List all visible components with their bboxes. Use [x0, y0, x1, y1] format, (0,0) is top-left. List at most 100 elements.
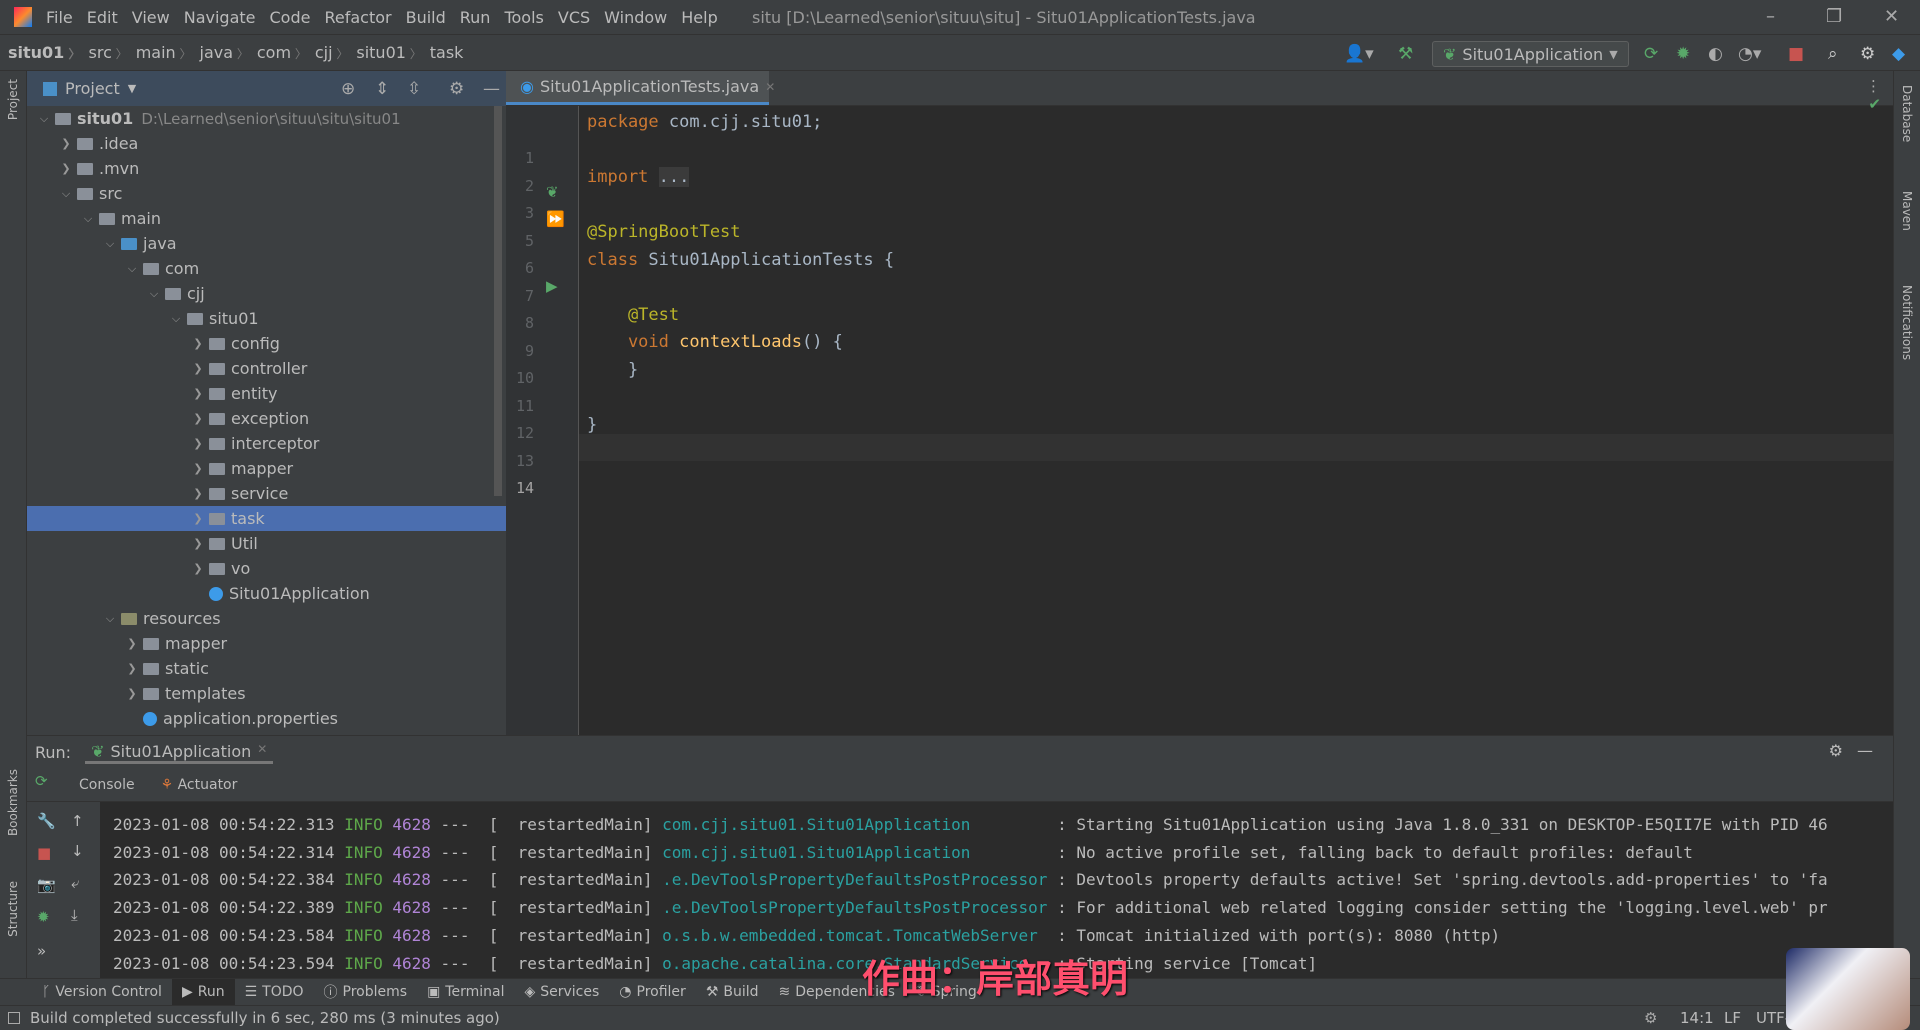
restore-button[interactable]: ❐ — [1826, 6, 1842, 27]
settings-sync-icon[interactable]: ⚙ — [1644, 1009, 1657, 1027]
arrow-down-icon[interactable]: ↓ — [71, 842, 84, 860]
close-button[interactable]: ✕ — [1884, 6, 1899, 27]
tree-item[interactable]: ⌵ src — [27, 181, 506, 206]
debug-icon[interactable]: ✹ — [37, 908, 50, 926]
wrench-icon[interactable]: 🔧 — [37, 812, 56, 830]
structure-tool-button[interactable]: Structure — [6, 881, 20, 937]
menu-window[interactable]: Window — [604, 8, 667, 27]
panel-toggle-icon[interactable] — [8, 1012, 20, 1024]
camera-icon[interactable]: 📷 — [37, 876, 56, 894]
chevron-right-icon[interactable]: ❯ — [59, 162, 73, 175]
chevron-down-icon[interactable]: ⌵ — [125, 262, 139, 276]
chevron-down-icon[interactable]: ⌵ — [147, 287, 161, 301]
tree-item[interactable]: ❯ task — [27, 506, 506, 531]
project-scrollbar[interactable] — [494, 106, 502, 496]
coverage-icon[interactable]: ◐ — [1708, 44, 1723, 64]
code-line[interactable]: void contextLoads() { — [587, 332, 843, 352]
log-line[interactable]: 2023-01-08 00:54:22.314 INFO 4628 --- [ … — [113, 843, 1702, 862]
chevron-right-icon[interactable]: ❯ — [191, 562, 205, 575]
run-test-icon[interactable]: ▶ — [546, 277, 558, 295]
menu-refactor[interactable]: Refactor — [324, 8, 391, 27]
tab-console[interactable]: Console — [79, 777, 135, 793]
tree-item[interactable]: ❯ service — [27, 481, 506, 506]
run-configuration-select[interactable]: ❦ Situ01Application ▼ — [1432, 41, 1629, 67]
code-line[interactable]: } — [587, 415, 597, 435]
gear-icon[interactable]: ⚙ — [449, 79, 464, 99]
chevron-right-icon[interactable]: ❯ — [191, 387, 205, 400]
rerun-icon[interactable]: ⟳ — [1644, 44, 1658, 64]
tree-item[interactable]: ⌵ situ01 — [27, 306, 506, 331]
menu-vcs[interactable]: VCS — [558, 8, 590, 27]
tree-item[interactable]: ❯ .mvn — [27, 156, 506, 181]
notifications-tool-button[interactable]: Notifications — [1900, 285, 1914, 360]
tree-item[interactable]: ❯ vo — [27, 556, 506, 581]
tree-item[interactable]: ❯ mapper — [27, 631, 506, 656]
chevron-down-icon[interactable]: ▼ — [128, 82, 136, 95]
chevron-down-icon[interactable]: ⌵ — [59, 187, 73, 201]
menu-view[interactable]: View — [132, 8, 170, 27]
breadcrumb-item[interactable]: situ01 — [348, 43, 421, 62]
chevron-right-icon[interactable]: ❯ — [191, 462, 205, 475]
chevron-right-icon[interactable]: ❯ — [125, 687, 139, 700]
bookmarks-tool-button[interactable]: Bookmarks — [6, 769, 20, 836]
hide-icon[interactable]: — — [1857, 741, 1873, 760]
run-tab[interactable]: ❦ Situ01Application ✕ — [85, 742, 274, 764]
menu-file[interactable]: File — [46, 8, 73, 27]
tree-item[interactable]: Situ01Application — [27, 581, 506, 606]
chevron-right-icon[interactable]: ❯ — [125, 662, 139, 675]
log-line[interactable]: 2023-01-08 00:54:22.313 INFO 4628 --- [ … — [113, 815, 1837, 834]
scroll-to-end-icon[interactable]: ⤓ — [71, 906, 78, 924]
menu-navigate[interactable]: Navigate — [184, 8, 256, 27]
user-icon[interactable]: 👤▾ — [1344, 44, 1374, 64]
breadcrumb-item[interactable]: cjj — [307, 43, 349, 62]
close-tab-icon[interactable]: ✕ — [765, 80, 775, 94]
menu-help[interactable]: Help — [681, 8, 717, 27]
menu-tools[interactable]: Tools — [504, 8, 543, 27]
code-line[interactable]: } — [587, 360, 638, 380]
tree-item[interactable]: ⌵ main — [27, 206, 506, 231]
jetbrains-toolbox-icon[interactable]: ◆ — [1892, 44, 1905, 64]
tree-item[interactable]: ⌵ java — [27, 231, 506, 256]
code-line[interactable]: @Test — [587, 305, 679, 325]
run-tests-icon[interactable]: ⏩ — [546, 210, 565, 228]
caret-position[interactable]: 14:1 — [1680, 1009, 1714, 1027]
arrow-up-icon[interactable]: ↑ — [71, 812, 84, 830]
tree-item[interactable]: ❯ config — [27, 331, 506, 356]
minimize-button[interactable]: – — [1766, 6, 1775, 27]
chevron-right-icon[interactable]: ❯ — [59, 137, 73, 150]
spring-bean-icon[interactable]: ❦ — [546, 183, 559, 201]
breadcrumb-item[interactable]: com — [249, 43, 307, 62]
tree-item[interactable]: ❯ mapper — [27, 456, 506, 481]
debug-icon[interactable]: ✹ — [1676, 44, 1690, 64]
breadcrumb-item[interactable]: main — [128, 43, 192, 62]
gear-icon[interactable]: ⚙ — [1829, 741, 1843, 760]
chevron-right-icon[interactable]: ❯ — [191, 487, 205, 500]
tab-actuator[interactable]: ⚘ Actuator — [161, 777, 238, 793]
code-line[interactable]: class Situ01ApplicationTests { — [587, 250, 894, 270]
more-icon[interactable]: » — [37, 942, 46, 960]
tree-item[interactable]: ❯ exception — [27, 406, 506, 431]
chevron-down-icon[interactable]: ⌵ — [37, 112, 51, 126]
gear-icon[interactable]: ⚙ — [1860, 44, 1875, 64]
chevron-right-icon[interactable]: ❯ — [125, 637, 139, 650]
code-line[interactable]: @SpringBootTest — [587, 222, 741, 242]
tool-window-version-control[interactable]: ᚴ Version Control — [32, 979, 172, 1006]
log-line[interactable]: 2023-01-08 00:54:22.384 INFO 4628 --- [ … — [113, 870, 1837, 889]
breadcrumb-item[interactable]: task — [422, 43, 464, 62]
chevron-right-icon[interactable]: ❯ — [191, 337, 205, 350]
chevron-down-icon[interactable]: ⌵ — [169, 312, 183, 326]
maven-tool-button[interactable]: Maven — [1900, 191, 1914, 231]
code-line[interactable]: import ... — [587, 167, 690, 187]
expand-all-icon[interactable]: ⇕ — [375, 79, 389, 99]
tool-window-terminal[interactable]: ▣ Terminal — [417, 979, 514, 1006]
soft-wrap-icon[interactable]: ⤶ — [71, 874, 79, 892]
database-tool-button[interactable]: Database — [1900, 85, 1914, 142]
locate-icon[interactable]: ⊕ — [341, 79, 355, 99]
tool-window-profiler[interactable]: ◔ Profiler — [609, 979, 696, 1006]
chevron-right-icon[interactable]: ❯ — [191, 437, 205, 450]
chevron-down-icon[interactable]: ⌵ — [103, 237, 117, 251]
collapse-all-icon[interactable]: ⇳ — [407, 79, 421, 99]
tree-item[interactable]: ⌵ situ01 D:\Learned\senior\situu\situ\situ… — [27, 106, 506, 131]
tree-item[interactable]: ❯ entity — [27, 381, 506, 406]
tool-window-run[interactable]: ▶ Run — [171, 978, 235, 1006]
